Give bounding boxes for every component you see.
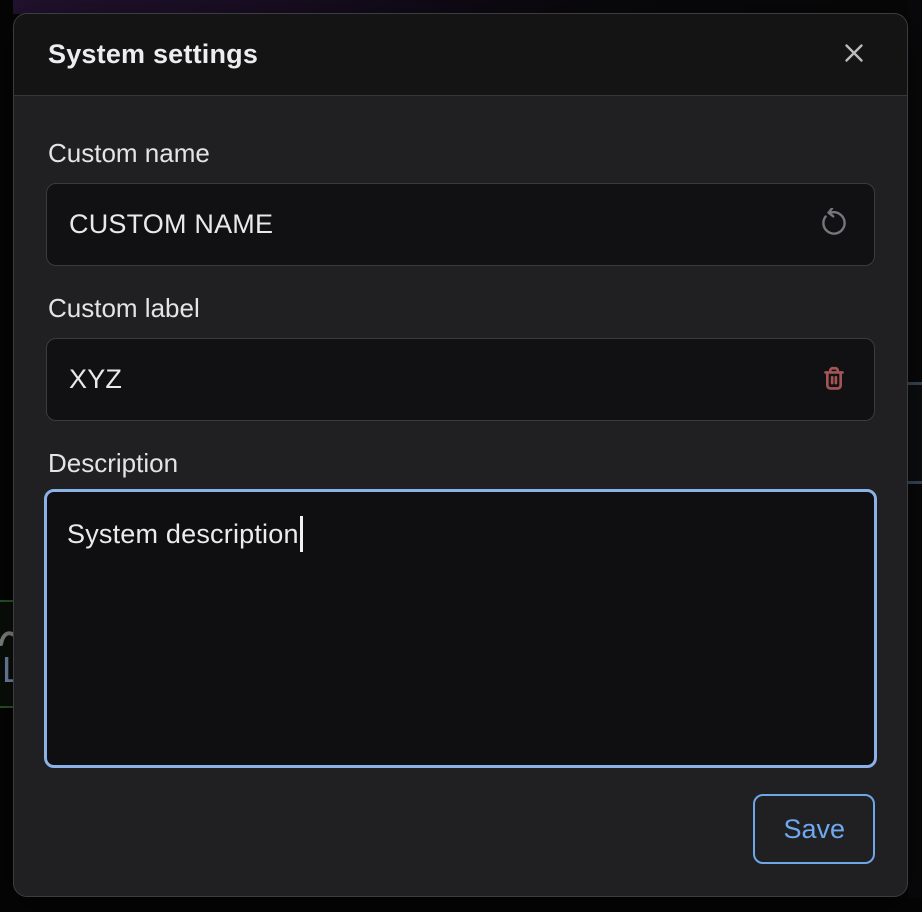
dialog-title: System settings <box>48 39 835 70</box>
background-right-panel <box>908 385 922 481</box>
custom-label-input-wrapper <box>46 338 875 421</box>
reset-button[interactable] <box>814 205 854 245</box>
description-textarea[interactable]: System description <box>44 489 877 768</box>
background-panel-border <box>908 382 922 385</box>
text-cursor <box>300 516 303 552</box>
background-top-glow <box>0 0 922 14</box>
custom-name-label: Custom name <box>48 138 875 168</box>
description-text: System description <box>67 519 299 549</box>
background-panel-border <box>908 481 922 484</box>
dialog-header: System settings <box>14 14 907 96</box>
delete-button[interactable] <box>814 360 854 400</box>
background-left-strip <box>0 0 13 912</box>
background-partial-panel: L <box>0 600 13 708</box>
background-bottom-strip <box>0 898 922 912</box>
description-label: Description <box>48 448 875 478</box>
custom-name-input[interactable] <box>69 209 814 240</box>
custom-name-input-wrapper <box>46 183 875 266</box>
system-settings-dialog: System settings Custom name <box>13 13 908 897</box>
trash-icon <box>818 362 850 397</box>
dialog-footer: Save <box>46 794 875 864</box>
custom-label-label: Custom label <box>48 293 875 323</box>
dialog-body: Custom name Custom label <box>14 96 907 897</box>
background-partial-text: L <box>2 650 13 690</box>
custom-label-input[interactable] <box>69 364 814 395</box>
rotate-ccw-icon <box>819 208 849 241</box>
close-button[interactable] <box>835 36 873 74</box>
save-button[interactable]: Save <box>753 794 875 864</box>
close-icon <box>839 38 869 71</box>
